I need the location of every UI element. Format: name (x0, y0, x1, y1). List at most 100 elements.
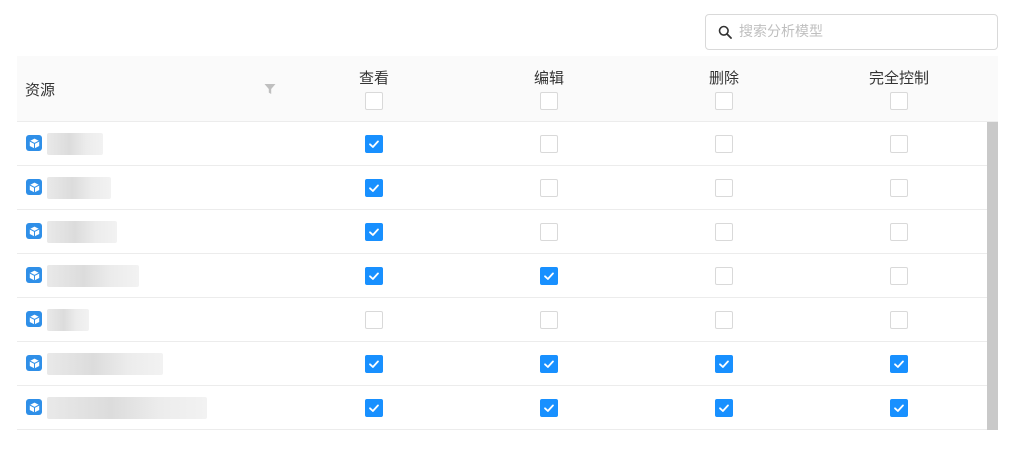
check-icon (544, 404, 554, 412)
permission-cell-delete (715, 223, 733, 241)
full-permission-checkbox[interactable] (890, 135, 908, 153)
check-icon (719, 404, 729, 412)
permission-cell-edit (540, 135, 558, 153)
permission-cell-delete (715, 135, 733, 153)
permission-cell-delete (715, 311, 733, 329)
permission-cell-view (365, 399, 383, 417)
permission-cell-delete (715, 399, 733, 417)
column-label-delete: 删除 (708, 69, 739, 87)
delete-permission-checkbox[interactable] (715, 179, 733, 197)
permission-cell-edit (540, 223, 558, 241)
view-permission-checkbox[interactable] (365, 223, 383, 241)
column-header-view: 查看 (334, 68, 414, 110)
resource-name (47, 221, 117, 243)
cube-icon (26, 399, 42, 415)
resource-name (47, 177, 111, 199)
delete-permission-checkbox[interactable] (715, 135, 733, 153)
permission-cell-view (365, 179, 383, 197)
resource-name (47, 133, 103, 155)
permission-cell-view (365, 355, 383, 373)
cube-icon (26, 311, 42, 327)
permission-cell-edit (540, 399, 558, 417)
cube-icon (26, 223, 42, 239)
vertical-scrollbar[interactable] (987, 122, 998, 430)
permission-cell-full (890, 311, 908, 329)
permissions-table: 资源 查看 编辑 删除 完全控制 (17, 56, 998, 430)
column-label-view: 查看 (358, 69, 389, 87)
edit-permission-checkbox[interactable] (540, 355, 558, 373)
check-icon (894, 360, 904, 368)
column-header-edit: 编辑 (509, 68, 589, 110)
delete-permission-checkbox[interactable] (715, 355, 733, 373)
permission-cell-edit (540, 179, 558, 197)
select-all-delete-checkbox[interactable] (715, 92, 733, 110)
resource-name (47, 397, 207, 419)
resource-column-header: 资源 (25, 81, 56, 99)
full-permission-checkbox[interactable] (890, 399, 908, 417)
permission-cell-view (365, 267, 383, 285)
table-row (17, 166, 998, 210)
edit-permission-checkbox[interactable] (540, 179, 558, 197)
resource-name (47, 309, 89, 331)
table-row (17, 298, 998, 342)
delete-permission-checkbox[interactable] (715, 223, 733, 241)
search-box[interactable] (705, 14, 998, 50)
check-icon (369, 404, 379, 412)
permission-cell-full (890, 399, 908, 417)
delete-permission-checkbox[interactable] (715, 399, 733, 417)
permission-cell-view (365, 311, 383, 329)
view-permission-checkbox[interactable] (365, 355, 383, 373)
permission-cell-full (890, 355, 908, 373)
permission-cell-full (890, 135, 908, 153)
table-row (17, 122, 998, 166)
edit-permission-checkbox[interactable] (540, 223, 558, 241)
check-icon (544, 360, 554, 368)
column-header-full: 完全控制 (859, 68, 939, 110)
permission-cell-edit (540, 355, 558, 373)
edit-permission-checkbox[interactable] (540, 267, 558, 285)
column-label-full: 完全控制 (868, 69, 929, 87)
table-row (17, 210, 998, 254)
full-permission-checkbox[interactable] (890, 311, 908, 329)
edit-permission-checkbox[interactable] (540, 311, 558, 329)
permission-cell-delete (715, 267, 733, 285)
select-all-view-checkbox[interactable] (365, 92, 383, 110)
view-permission-checkbox[interactable] (365, 311, 383, 329)
check-icon (369, 184, 379, 192)
select-all-edit-checkbox[interactable] (540, 92, 558, 110)
cube-icon (26, 135, 42, 151)
full-permission-checkbox[interactable] (890, 179, 908, 197)
filter-icon[interactable] (264, 83, 276, 95)
column-label-edit: 编辑 (533, 69, 564, 87)
permission-cell-edit (540, 311, 558, 329)
check-icon (369, 360, 379, 368)
view-permission-checkbox[interactable] (365, 179, 383, 197)
check-icon (894, 404, 904, 412)
delete-permission-checkbox[interactable] (715, 267, 733, 285)
full-permission-checkbox[interactable] (890, 355, 908, 373)
column-header-delete: 删除 (684, 68, 764, 110)
check-icon (369, 140, 379, 148)
delete-permission-checkbox[interactable] (715, 311, 733, 329)
permission-cell-delete (715, 355, 733, 373)
select-all-full-checkbox[interactable] (890, 92, 908, 110)
table-row (17, 254, 998, 298)
view-permission-checkbox[interactable] (365, 267, 383, 285)
edit-permission-checkbox[interactable] (540, 135, 558, 153)
search-input[interactable] (739, 17, 989, 47)
check-icon (369, 228, 379, 236)
check-icon (369, 272, 379, 280)
resource-name (47, 265, 139, 287)
permission-cell-full (890, 267, 908, 285)
cube-icon (26, 355, 42, 371)
view-permission-checkbox[interactable] (365, 399, 383, 417)
full-permission-checkbox[interactable] (890, 267, 908, 285)
check-icon (719, 360, 729, 368)
cube-icon (26, 267, 42, 283)
full-permission-checkbox[interactable] (890, 223, 908, 241)
permission-cell-delete (715, 179, 733, 197)
view-permission-checkbox[interactable] (365, 135, 383, 153)
resource-name (47, 353, 163, 375)
permission-cell-view (365, 135, 383, 153)
edit-permission-checkbox[interactable] (540, 399, 558, 417)
